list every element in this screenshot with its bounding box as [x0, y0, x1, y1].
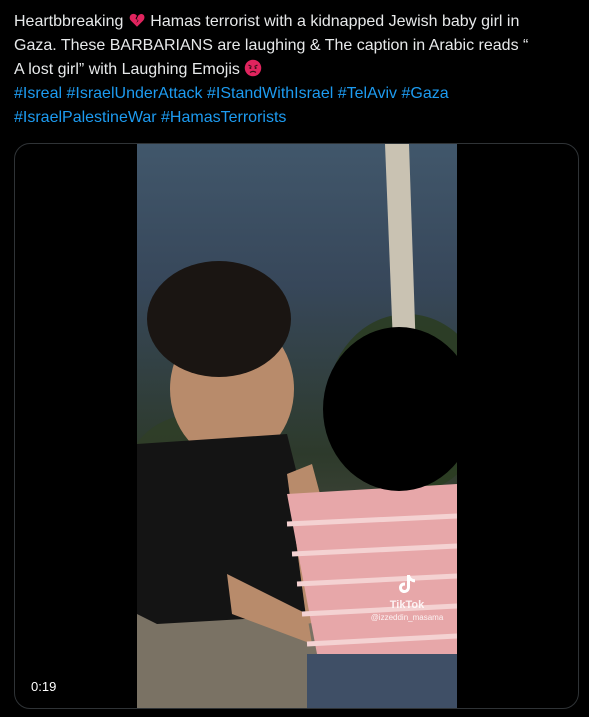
- video-still: [137, 144, 457, 708]
- tiktok-watermark: TikTok @izzeddin_masama: [361, 574, 453, 622]
- hashtag-row-2: #IsraelPalestineWar #HamasTerrorists: [14, 106, 578, 130]
- broken-heart-icon: [129, 13, 145, 27]
- hashtag-hamasterrorists[interactable]: #HamasTerrorists: [161, 109, 286, 126]
- tiktok-logo-icon: [399, 575, 415, 593]
- hashtag-gaza[interactable]: #Gaza: [401, 85, 448, 102]
- tweet-line-1: Heartbbreaking Hamas terrorist with a ki…: [14, 13, 520, 30]
- hashtag-israelpalestinewar[interactable]: #IsraelPalestineWar: [14, 109, 157, 126]
- video-player[interactable]: TikTok @izzeddin_masama 0:19: [14, 143, 579, 709]
- hashtag-isreal[interactable]: #Isreal: [14, 85, 62, 102]
- tweet-line-2: Gaza. These BARBARIANS are laughing & Th…: [14, 37, 529, 54]
- tiktok-handle: @izzeddin_masama: [370, 613, 444, 622]
- tiktok-brand-label: TikTok: [389, 599, 425, 611]
- tweet-line-3: A lost girl” with Laughing Emojis: [14, 58, 578, 82]
- video-frame[interactable]: TikTok @izzeddin_masama: [137, 144, 457, 708]
- tweet-text: Heartbbreaking Hamas terrorist with a ki…: [14, 10, 578, 130]
- video-duration-badge: 0:19: [25, 677, 63, 696]
- angry-face-icon: [245, 59, 262, 77]
- hashtag-row-1: #Isreal #IsraelUnderAttack #IStandWithIs…: [14, 82, 578, 106]
- hashtag-istandwithisrael[interactable]: #IStandWithIsrael: [207, 85, 333, 102]
- hashtag-telaviv[interactable]: #TelAviv: [338, 85, 397, 102]
- hashtag-israelunderattack[interactable]: #IsraelUnderAttack: [66, 85, 202, 102]
